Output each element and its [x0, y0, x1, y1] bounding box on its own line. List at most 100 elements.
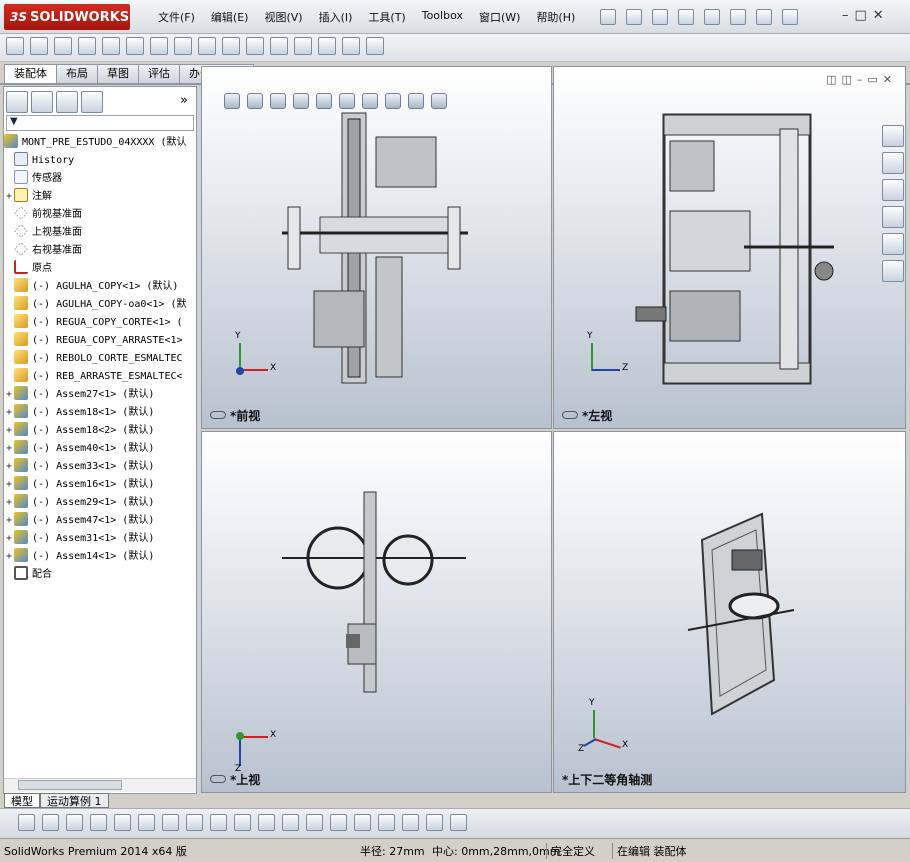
- circle-icon[interactable]: [66, 814, 83, 831]
- menu-help[interactable]: 帮助(H): [528, 9, 583, 25]
- explode-line-icon[interactable]: [294, 37, 312, 55]
- design-library-icon[interactable]: [882, 152, 904, 174]
- tree-item[interactable]: 传感器: [4, 170, 198, 188]
- dimension-icon[interactable]: [306, 814, 323, 831]
- table-icon[interactable]: [450, 814, 467, 831]
- tab-evaluate[interactable]: 评估: [138, 64, 180, 83]
- show-hidden-icon[interactable]: [150, 37, 168, 55]
- viewport-top[interactable]: Z X *上视: [201, 431, 552, 793]
- tab-model[interactable]: 模型: [4, 793, 40, 808]
- instant3d-icon[interactable]: [318, 37, 336, 55]
- save-icon[interactable]: [678, 9, 694, 25]
- tree-item[interactable]: + (-) Assem14<1> (默认): [4, 548, 198, 566]
- pin-icon[interactable]: [600, 9, 616, 25]
- scene-icon[interactable]: [408, 93, 424, 109]
- expand-toggle[interactable]: +: [4, 458, 14, 476]
- view-palette-icon[interactable]: [882, 206, 904, 228]
- shaded-view-icon[interactable]: [402, 814, 419, 831]
- slot-icon[interactable]: [234, 814, 251, 831]
- appearance-icon[interactable]: [385, 93, 401, 109]
- tree-item[interactable]: (-) REGUA_COPY_ARRASTE<1>: [4, 332, 198, 350]
- tree-item[interactable]: History: [4, 152, 198, 170]
- move-component-icon[interactable]: [126, 37, 144, 55]
- 3d-box-icon[interactable]: [378, 814, 395, 831]
- tree-item[interactable]: + (-) Assem18<2> (默认): [4, 422, 198, 440]
- open-folder-icon[interactable]: [652, 9, 668, 25]
- save-sketch-icon[interactable]: [18, 814, 35, 831]
- construction-icon[interactable]: [282, 814, 299, 831]
- hide-show-icon[interactable]: [362, 93, 378, 109]
- bill-of-materials-icon[interactable]: [246, 37, 264, 55]
- panel-expand-icon[interactable]: »: [180, 93, 188, 108]
- linear-pattern-icon[interactable]: [78, 37, 96, 55]
- select-icon[interactable]: [756, 9, 772, 25]
- menu-view[interactable]: 视图(V): [256, 9, 310, 25]
- mate-tool-icon[interactable]: [54, 37, 72, 55]
- insert-component-icon[interactable]: [6, 37, 24, 55]
- property-manager-icon[interactable]: [31, 91, 53, 113]
- arc-icon[interactable]: [186, 814, 203, 831]
- configuration-manager-icon[interactable]: [56, 91, 78, 113]
- expand-toggle[interactable]: +: [4, 386, 14, 404]
- reference-geometry-icon[interactable]: [198, 37, 216, 55]
- tree-item[interactable]: (-) REGUA_COPY_CORTE<1> (: [4, 314, 198, 332]
- tree-item[interactable]: + (-) Assem40<1> (默认): [4, 440, 198, 458]
- menu-window[interactable]: 窗口(W): [471, 9, 528, 25]
- expand-toggle[interactable]: +: [4, 422, 14, 440]
- tree-item[interactable]: (-) REBOLO_CORTE_ESMALTEC: [4, 350, 198, 368]
- solidworks-logo[interactable]: 3S SOLIDWORKS: [4, 4, 130, 30]
- tree-item[interactable]: (-) REB_ARRASTE_ESMALTEC<: [4, 368, 198, 386]
- expand-toggle[interactable]: +: [4, 530, 14, 548]
- snapshot-icon[interactable]: [366, 37, 384, 55]
- tree-item[interactable]: + 注解: [4, 188, 198, 206]
- minimize-button[interactable]: –: [842, 8, 849, 23]
- tree-item[interactable]: (-) AGULHA_COPY<1> (默认): [4, 278, 198, 296]
- link-views-icon[interactable]: [562, 411, 578, 419]
- custom-properties-icon[interactable]: [882, 260, 904, 282]
- new-motion-study-icon[interactable]: [222, 37, 240, 55]
- maximize-button[interactable]: □: [855, 8, 867, 23]
- zoom-area-icon[interactable]: [247, 93, 263, 109]
- tree-item[interactable]: 配合: [4, 566, 198, 584]
- expand-toggle[interactable]: +: [4, 494, 14, 512]
- viewport-front[interactable]: Y X *前视: [201, 66, 552, 429]
- view-orientation-icon[interactable]: [316, 93, 332, 109]
- link-views-icon[interactable]: [210, 411, 226, 419]
- tree-item[interactable]: + (-) Assem47<1> (默认): [4, 512, 198, 530]
- assembly-features-icon[interactable]: [174, 37, 192, 55]
- tree-item[interactable]: + (-) Assem18<1> (默认): [4, 404, 198, 422]
- expand-toggle[interactable]: +: [4, 404, 14, 422]
- spline-icon[interactable]: [210, 814, 227, 831]
- new-document-icon[interactable]: [626, 9, 642, 25]
- corner-rectangle-icon[interactable]: [258, 814, 275, 831]
- help-icon[interactable]: [782, 9, 798, 25]
- tree-filter[interactable]: ▼: [6, 115, 194, 131]
- point-icon[interactable]: [42, 814, 59, 831]
- centerline-icon[interactable]: [162, 814, 179, 831]
- tab-assembly[interactable]: 装配体: [4, 64, 57, 83]
- section-view-icon[interactable]: [293, 93, 309, 109]
- link-views-icon[interactable]: [210, 775, 226, 783]
- exploded-view-icon[interactable]: [270, 37, 288, 55]
- print-icon[interactable]: [704, 9, 720, 25]
- menu-file[interactable]: 文件(F): [150, 9, 203, 25]
- expand-toggle[interactable]: +: [4, 188, 14, 206]
- viewport-left[interactable]: ◫◫–▭✕ Y Z *左视: [553, 66, 906, 429]
- tree-item[interactable]: + (-) Assem16<1> (默认): [4, 476, 198, 494]
- tree-root[interactable]: MONT_PRE_ESTUDO_04XXXX (默认: [4, 134, 198, 152]
- display-style-icon[interactable]: [339, 93, 355, 109]
- tab-motion-study[interactable]: 运动算例 1: [40, 793, 109, 808]
- menu-edit[interactable]: 编辑(E): [203, 9, 257, 25]
- expand-toggle[interactable]: +: [4, 476, 14, 494]
- previous-view-icon[interactable]: [270, 93, 286, 109]
- display-manager-icon[interactable]: [81, 91, 103, 113]
- tree-item[interactable]: + (-) Assem27<1> (默认): [4, 386, 198, 404]
- tree-item[interactable]: (-) AGULHA_COPY-oa0<1> (默: [4, 296, 198, 314]
- trim-icon[interactable]: [138, 814, 155, 831]
- viewport-isometric[interactable]: Y X Z *上下二等角轴测: [553, 431, 906, 793]
- menu-insert[interactable]: 插入(I): [311, 9, 361, 25]
- tree-item[interactable]: 右视基准面: [4, 242, 198, 260]
- angle-icon[interactable]: [354, 814, 371, 831]
- menu-tools[interactable]: 工具(T): [360, 9, 413, 25]
- tab-sketch[interactable]: 草图: [97, 64, 139, 83]
